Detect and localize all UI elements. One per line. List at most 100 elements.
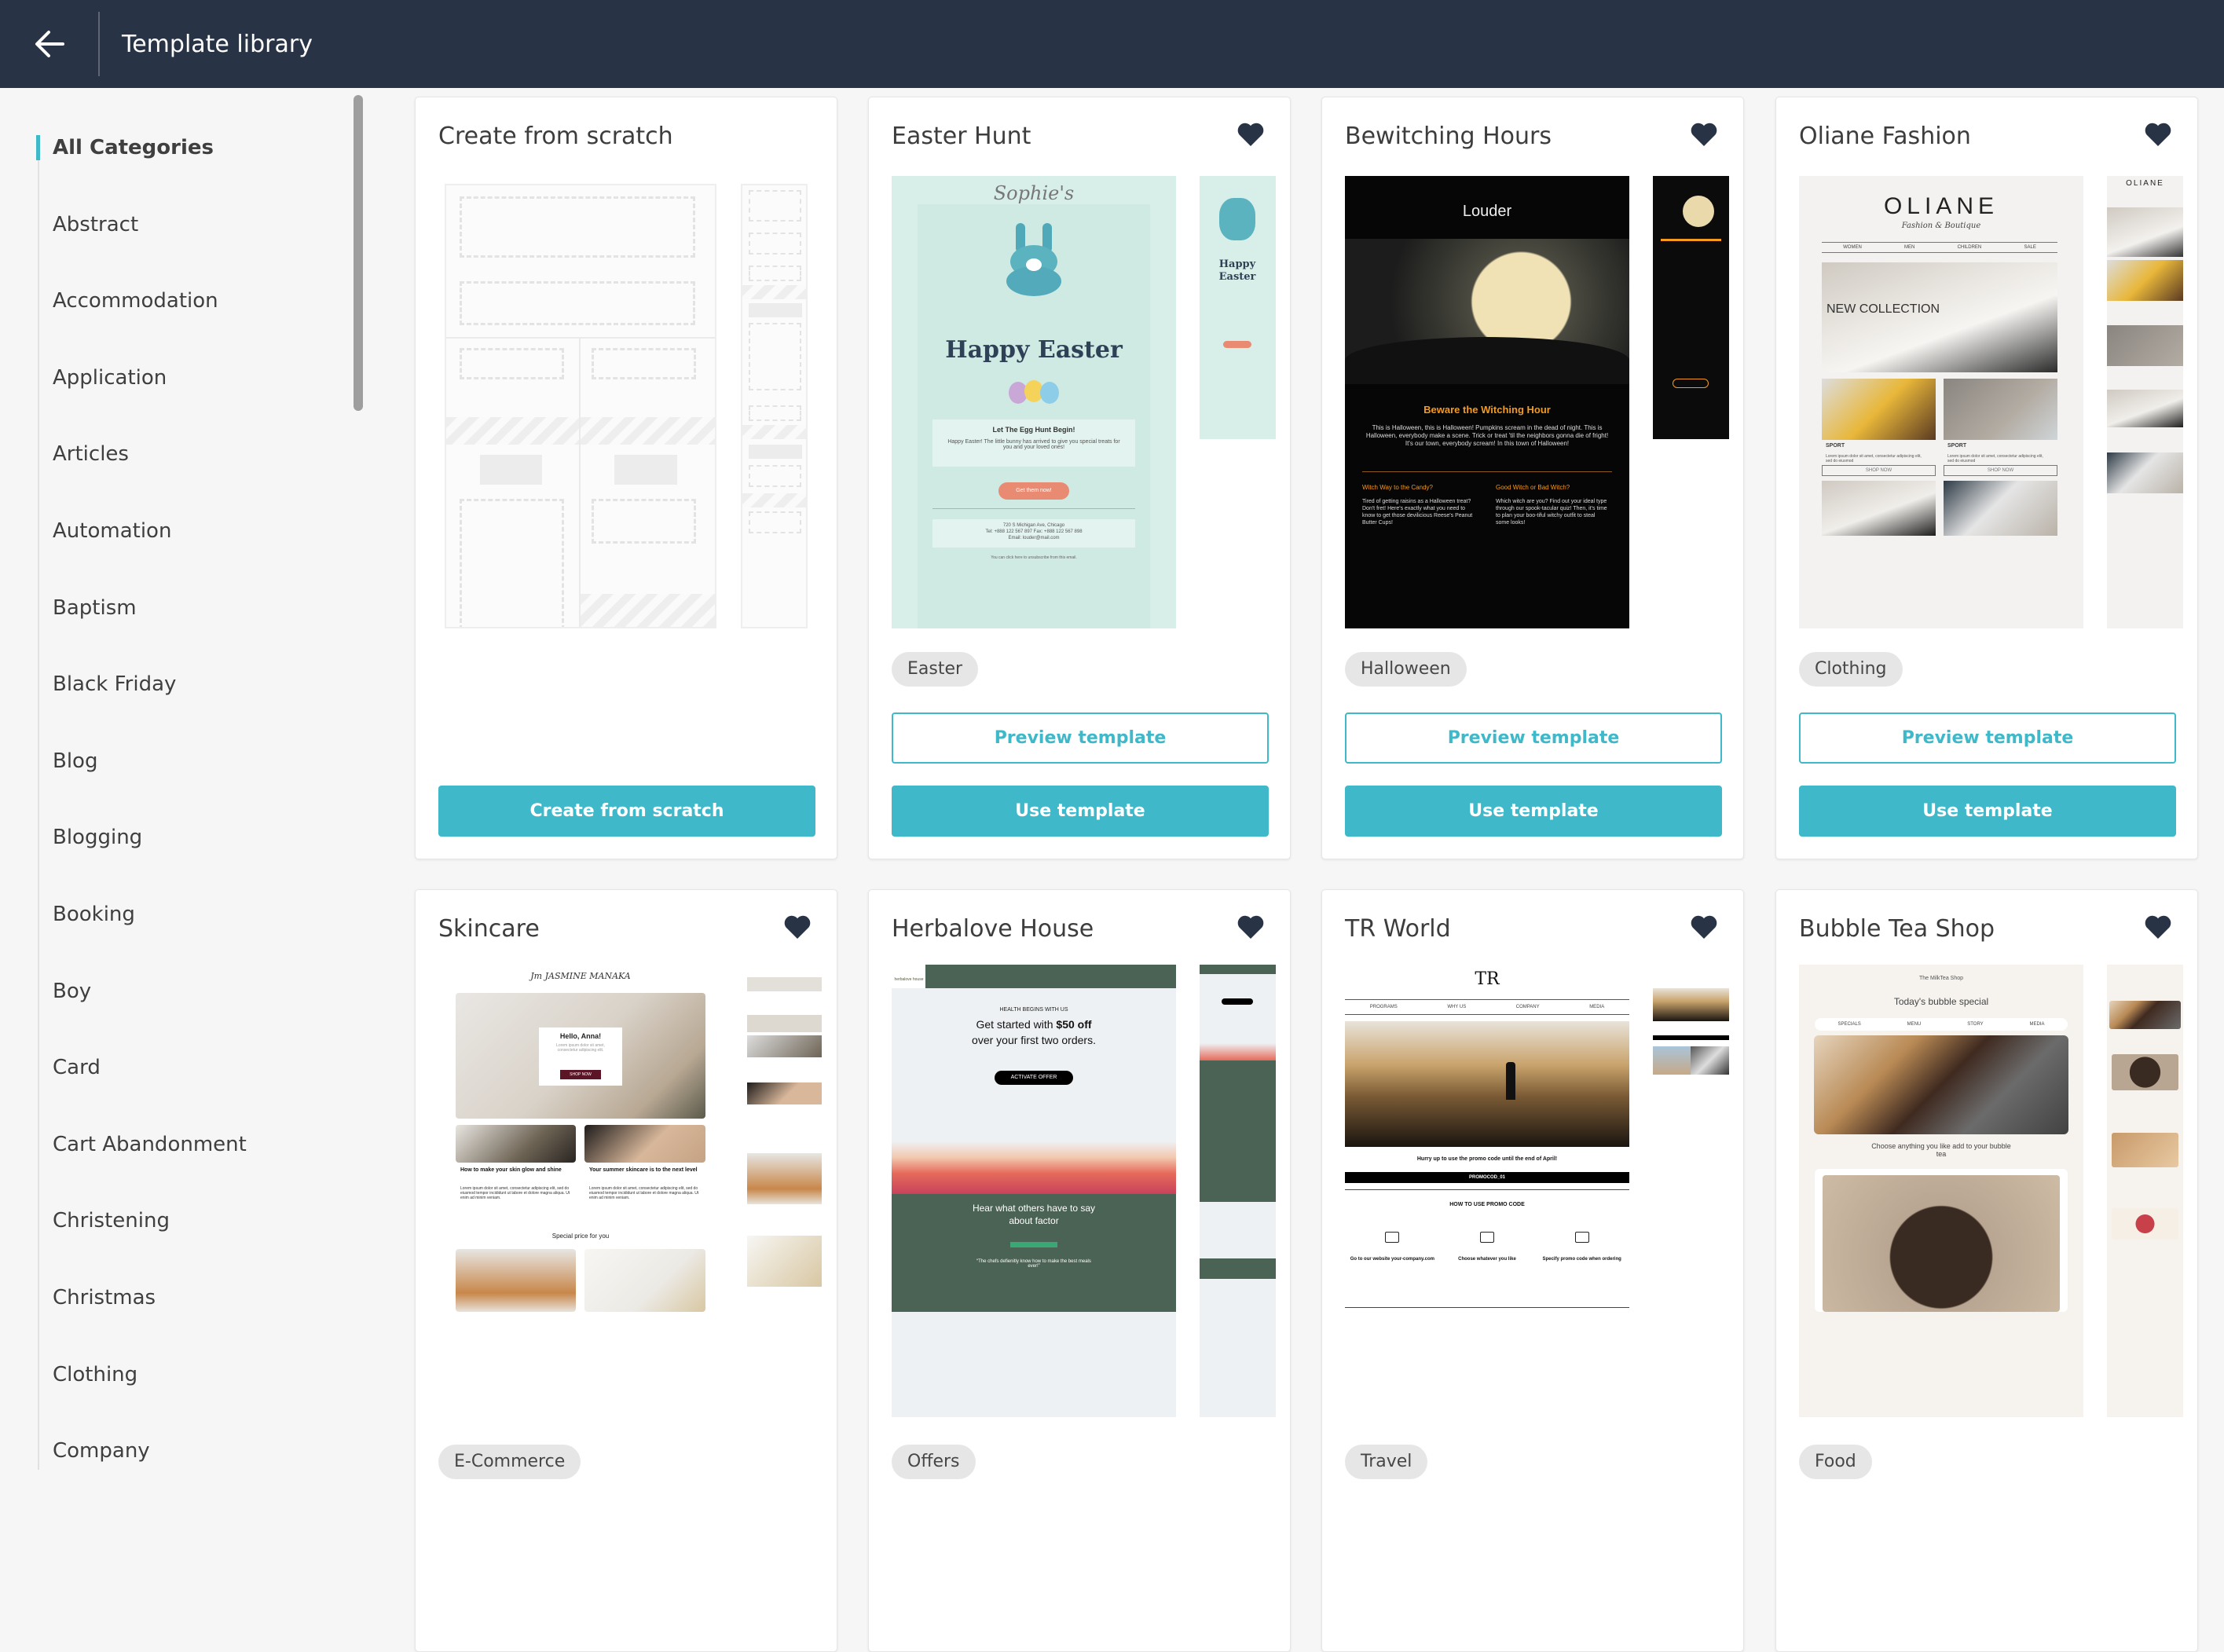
preview-nav-item: MENU	[1907, 1022, 1922, 1027]
sidebar-category-booking[interactable]: Booking	[36, 896, 247, 973]
sidebar-category-company[interactable]: Company	[36, 1432, 247, 1470]
category-tag: Easter	[892, 652, 979, 687]
promo-step: Specify promo code when ordering	[1539, 1232, 1625, 1262]
favorite-heart-icon[interactable]	[2144, 914, 2172, 940]
blank-layout-preview	[445, 184, 716, 628]
category-label: Abstract	[53, 212, 139, 236]
sidebar-category-cart-abandonment[interactable]: Cart Abandonment	[36, 1126, 247, 1203]
fashion-email-preview: OLIANE Fashion & Boutique WOMEN MEN CHILDR…	[1799, 176, 2083, 628]
category-label: Company	[53, 1439, 150, 1463]
bunny-illustration	[1006, 223, 1061, 296]
template-card-create-from-scratch: Create from scratch Create from scratch	[415, 97, 837, 859]
easter-eggs	[1009, 380, 1061, 404]
preview-nav-item: CHILDREN	[1957, 245, 1982, 250]
use-template-button[interactable]: Use template	[1345, 786, 1722, 837]
sidebar-category-articles[interactable]: Articles	[36, 435, 247, 512]
favorite-heart-icon[interactable]	[783, 914, 812, 940]
favorite-heart-icon[interactable]	[2144, 121, 2172, 148]
card-title: TR World	[1345, 915, 1451, 943]
preview-nav-item: STORY	[1967, 1022, 1984, 1027]
easter-mobile-preview: Happy Easter	[1200, 176, 1276, 628]
category-label: Booking	[53, 902, 135, 926]
template-card-bubble-tea-shop: Bubble Tea Shop The MilkTea Shop Today's…	[1775, 889, 2198, 1652]
blank-mobile-preview	[741, 184, 808, 628]
bubble-tea-mobile-preview	[2107, 965, 2183, 1417]
promo-steps: Go to our website your-company.com Choose…	[1345, 1232, 1629, 1262]
use-template-button[interactable]: Use template	[1799, 786, 2176, 837]
category-label: Blogging	[53, 826, 143, 850]
category-label: Card	[53, 1056, 101, 1080]
sidebar-category-boy[interactable]: Boy	[36, 973, 247, 1049]
favorite-heart-icon[interactable]	[1237, 914, 1265, 940]
category-tag: Food	[1799, 1445, 1872, 1479]
herbalove-email-preview: herbalove house HEALTH BEGINS WITH US Ge…	[892, 965, 1176, 1417]
category-label: Christening	[53, 1209, 170, 1233]
favorite-heart-icon[interactable]	[1690, 914, 1718, 940]
sidebar-category-automation[interactable]: Automation	[36, 512, 247, 589]
sidebar-category-blog[interactable]: Blog	[36, 742, 247, 819]
promo-step: Choose whatever you like	[1444, 1232, 1530, 1262]
category-label: Baptism	[53, 595, 137, 620]
sidebar-category-abstract[interactable]: Abstract	[36, 206, 247, 283]
template-card-bewitching-hours: Bewitching Hours Louder Beware the Witch…	[1321, 97, 1744, 859]
card-title: Easter Hunt	[892, 123, 1031, 150]
preview-nav-item: MEN	[1904, 245, 1915, 250]
step-label: Go to our website your-company.com	[1350, 1257, 1434, 1262]
herbalove-mobile-preview	[1200, 965, 1276, 1417]
fashion-nav: WOMEN MEN CHILDREN SALE	[1822, 242, 2057, 253]
category-list: All Categories Abstract Accommodation Appli…	[36, 129, 247, 1470]
sidebar-category-baptism[interactable]: Baptism	[36, 589, 247, 666]
step-label: Choose whatever you like	[1458, 1257, 1516, 1262]
card-title: Skincare	[438, 915, 540, 943]
back-button[interactable]	[0, 0, 98, 88]
preview-template-button[interactable]: Preview template	[1799, 712, 2176, 764]
template-card-herbalove-house: Herbalove House herbalove house HEALTH B…	[868, 889, 1291, 1652]
arrow-left-icon	[35, 31, 64, 57]
preview-nav-item: COMPANY	[1515, 1005, 1540, 1009]
category-tag: Travel	[1345, 1445, 1428, 1479]
gift-card-icon	[1574, 1232, 1589, 1243]
favorite-heart-icon[interactable]	[1237, 121, 1265, 148]
card-title: Bewitching Hours	[1345, 123, 1552, 150]
category-label: Blog	[53, 749, 98, 773]
favorite-heart-icon[interactable]	[1690, 121, 1718, 148]
fashion-mobile-preview: OLIANE	[2107, 176, 2183, 628]
sidebar-category-clothing[interactable]: Clothing	[36, 1356, 247, 1433]
category-label: Accommodation	[53, 289, 218, 313]
sidebar-category-blogging[interactable]: Blogging	[36, 819, 247, 896]
sidebar-scrollbar[interactable]	[354, 95, 363, 411]
preview-nav-item: MEDIA	[1589, 1005, 1605, 1009]
category-sidebar: All Categories Abstract Accommodation Appli…	[0, 88, 393, 1470]
sidebar-category-accommodation[interactable]: Accommodation	[36, 282, 247, 359]
template-card-skincare: Skincare Jm JASMINE MANAKA Hello, Anna! …	[415, 889, 837, 1652]
sidebar-category-all-categories[interactable]: All Categories	[36, 129, 247, 206]
create-from-scratch-button[interactable]: Create from scratch	[438, 786, 815, 837]
category-label: Black Friday	[53, 672, 177, 697]
page-title: Template library	[122, 30, 313, 58]
sidebar-category-application[interactable]: Application	[36, 359, 247, 436]
hero-image	[1345, 1021, 1629, 1147]
preview-template-button[interactable]: Preview template	[1345, 712, 1722, 764]
category-label: Articles	[53, 442, 129, 467]
category-tag: E-Commerce	[438, 1445, 581, 1479]
preview-nav-item: SPECIALS	[1837, 1022, 1861, 1027]
sidebar-category-christening[interactable]: Christening	[36, 1202, 247, 1279]
skincare-email-preview: Jm JASMINE MANAKA Hello, Anna! Lorem ips…	[438, 965, 723, 1417]
easter-email-preview: Sophie's Happy Easter Let The Egg Hunt B…	[892, 176, 1176, 628]
template-card-oliane-fashion: Oliane Fashion OLIANE Fashion & Boutique…	[1775, 97, 2198, 859]
card-title: Create from scratch	[438, 123, 673, 150]
category-tag: Offers	[892, 1445, 976, 1479]
offer-headline: Get started with $50 off	[976, 1018, 1092, 1031]
preview-nav-item: SALE	[2024, 245, 2036, 250]
sidebar-category-black-friday[interactable]: Black Friday	[36, 665, 247, 742]
cart-icon	[1479, 1232, 1494, 1243]
travel-mobile-preview	[1653, 965, 1729, 1417]
sidebar-category-christmas[interactable]: Christmas	[36, 1279, 247, 1356]
category-label: Boy	[53, 979, 92, 1003]
halloween-email-preview: Louder Beware the Witching Hour This is …	[1345, 176, 1629, 628]
preview-template-button[interactable]: Preview template	[892, 712, 1269, 764]
sidebar-category-card[interactable]: Card	[36, 1049, 247, 1126]
step-label: Specify promo code when ordering	[1542, 1257, 1621, 1262]
category-label: Application	[53, 365, 167, 390]
use-template-button[interactable]: Use template	[892, 786, 1269, 837]
